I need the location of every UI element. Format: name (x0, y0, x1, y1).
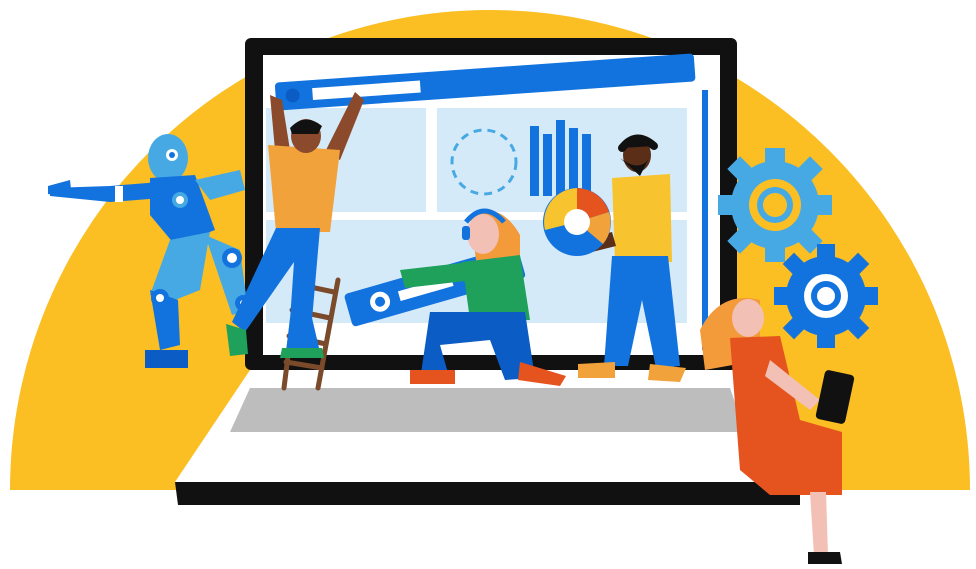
laptop-base (175, 370, 800, 505)
donut-chart-icon (543, 188, 611, 256)
gear-icon (774, 244, 878, 348)
scrollbar (702, 90, 708, 350)
laptop-collaboration-illustration (10, 10, 970, 564)
keyboard (230, 388, 745, 432)
gear-icon (718, 148, 832, 262)
headset-icon (462, 226, 470, 240)
illustration-stage (0, 0, 976, 569)
